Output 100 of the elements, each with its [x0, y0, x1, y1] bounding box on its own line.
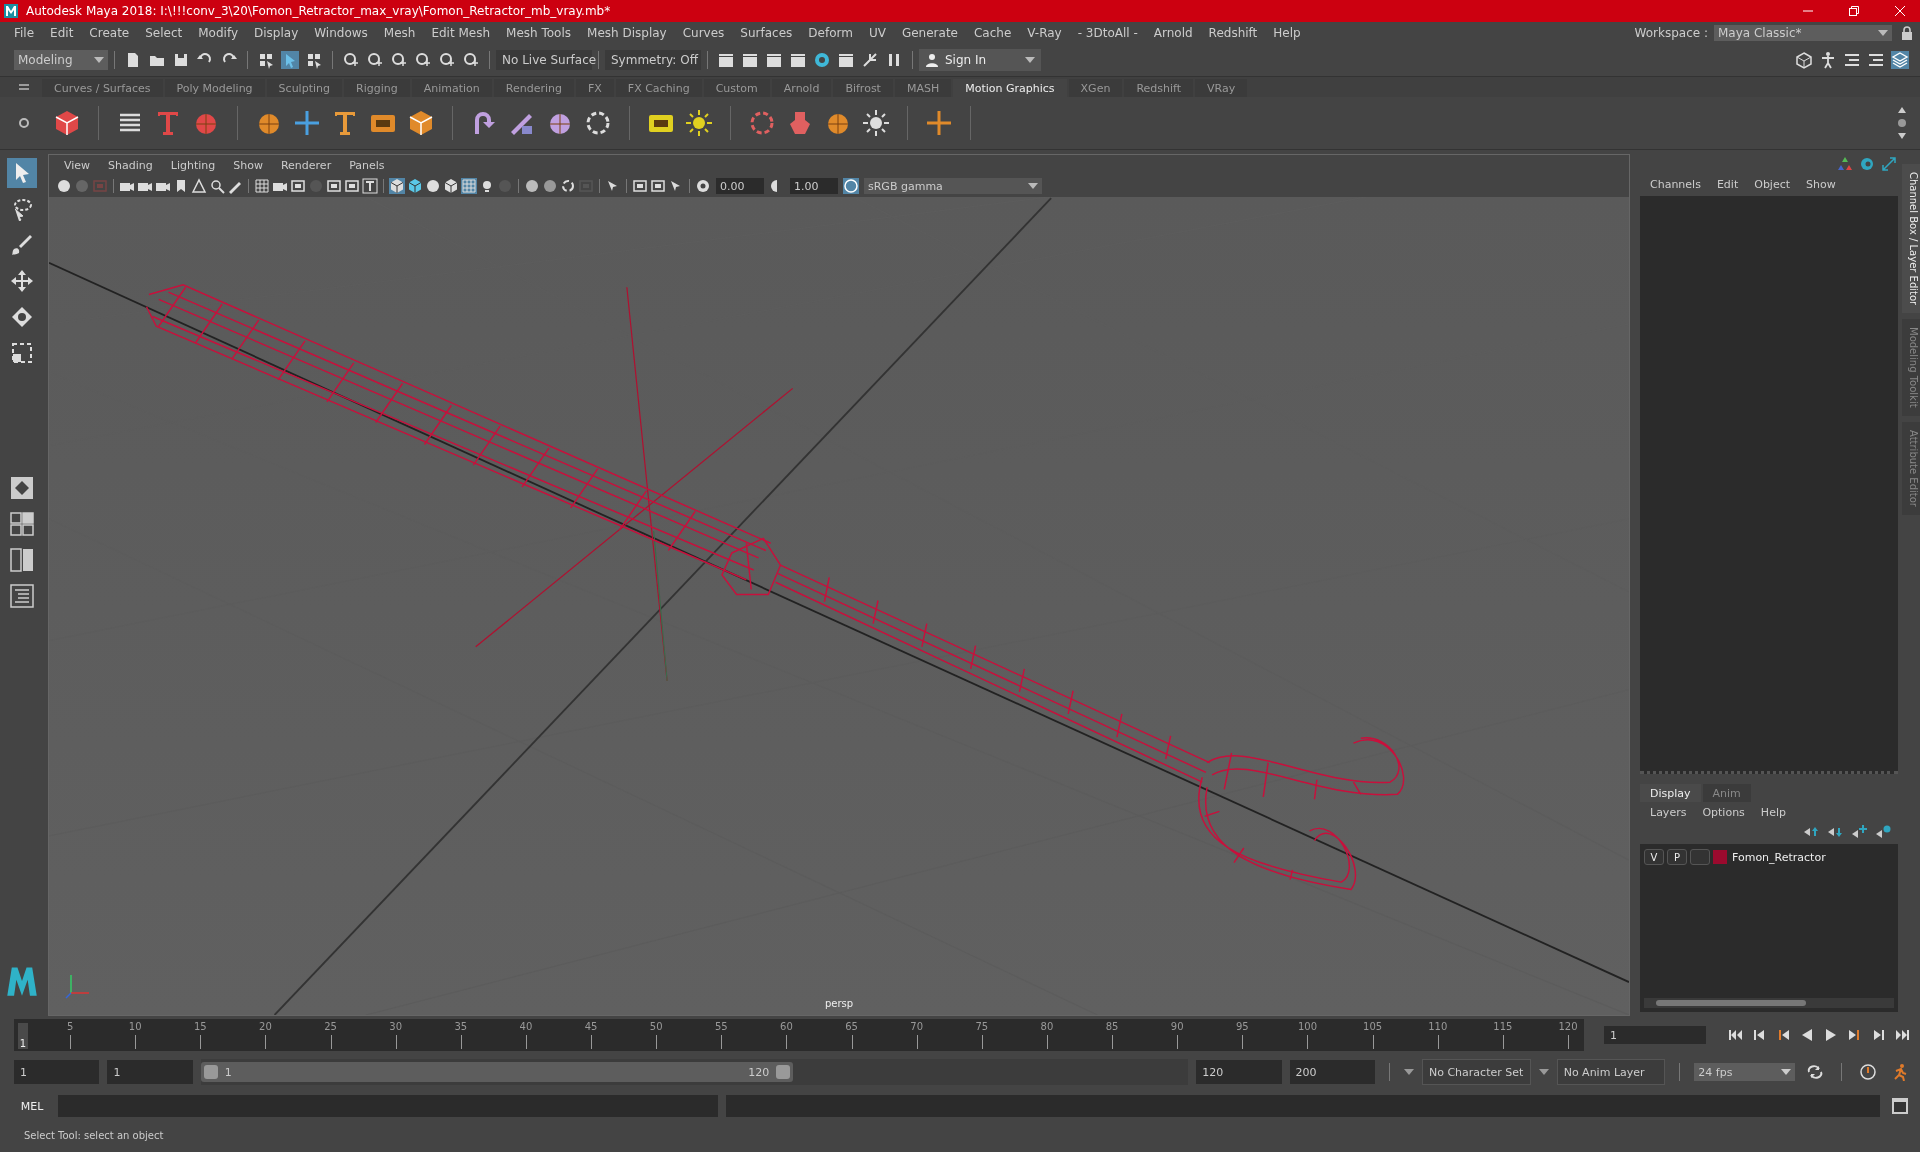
- snap-grid-icon[interactable]: [342, 51, 360, 69]
- menu-item[interactable]: Display: [246, 26, 307, 40]
- modeling-toolkit-icon[interactable]: [1795, 51, 1813, 69]
- burst-icon[interactable]: [861, 108, 891, 138]
- menu-item[interactable]: Create: [81, 26, 138, 40]
- menu-item[interactable]: Help: [1265, 26, 1309, 40]
- layer-menu-item[interactable]: Layers: [1642, 805, 1695, 819]
- auto-key-icon[interactable]: [1859, 1063, 1877, 1081]
- viewport-menu-item[interactable]: Shading: [99, 158, 162, 172]
- menu-item[interactable]: Deform: [800, 26, 861, 40]
- resolution-gate-icon[interactable]: [290, 178, 306, 194]
- command-input-field[interactable]: [58, 1095, 718, 1117]
- viewport-menu-item[interactable]: View: [55, 158, 100, 172]
- range-slider[interactable]: 1 120: [200, 1059, 1189, 1085]
- snap-live-icon[interactable]: [462, 51, 480, 69]
- menu-item[interactable]: Mesh: [375, 26, 424, 40]
- playback-toggle[interactable]: P: [1667, 849, 1687, 865]
- shelf-tab[interactable]: Poly Modeling: [164, 79, 265, 97]
- axes-icon[interactable]: [1837, 156, 1853, 172]
- save-icon[interactable]: [172, 51, 190, 69]
- step-back-icon[interactable]: [1751, 1027, 1767, 1043]
- viewport-menu-item[interactable]: Renderer: [271, 158, 341, 172]
- side-tab[interactable]: Attribute Editor: [1902, 421, 1920, 515]
- channel-box-menu-item[interactable]: Object: [1746, 177, 1799, 191]
- menu-item[interactable]: Windows: [306, 26, 376, 40]
- shelf-tab[interactable]: Arnold: [771, 79, 832, 97]
- safe-action-icon[interactable]: [344, 178, 360, 194]
- shelf-menu-icon[interactable]: [18, 81, 30, 93]
- channel-box-menu-item[interactable]: Show: [1798, 177, 1844, 191]
- smooth-shade-icon[interactable]: [407, 178, 423, 194]
- layer-editor-tab[interactable]: Display: [1640, 784, 1701, 802]
- snap-curve-icon[interactable]: [366, 51, 384, 69]
- wireframe-icon[interactable]: [389, 178, 405, 194]
- step-forward-icon[interactable]: [1871, 1027, 1887, 1043]
- select-component-icon[interactable]: [305, 51, 323, 69]
- start-frame-field[interactable]: 1: [14, 1060, 100, 1084]
- shelf-tab[interactable]: XGen: [1068, 79, 1123, 97]
- fps-dropdown[interactable]: 24 fps: [1694, 1063, 1796, 1081]
- render-view-icon[interactable]: [717, 51, 735, 69]
- tool-button[interactable]: [7, 158, 37, 188]
- menu-item[interactable]: Surfaces: [732, 26, 801, 40]
- new-layer-icon[interactable]: [1851, 824, 1867, 840]
- shelf-tab[interactable]: Sculpting: [266, 79, 342, 97]
- outliner-layout-icon[interactable]: [10, 584, 34, 608]
- four-view-layout-icon[interactable]: [10, 512, 34, 536]
- shelf-tab[interactable]: Rendering: [493, 79, 574, 97]
- menu-item[interactable]: Mesh Tools: [498, 26, 580, 40]
- menu-item[interactable]: Arnold: [1145, 26, 1201, 40]
- menu-item[interactable]: V-Ray: [1019, 26, 1070, 40]
- range-end-handle[interactable]: [776, 1065, 791, 1079]
- menu-item[interactable]: Mesh Display: [579, 26, 675, 40]
- mel-label[interactable]: MEL: [14, 1099, 50, 1113]
- aperture-icon[interactable]: [695, 178, 711, 194]
- exposure-field[interactable]: 0.00: [716, 178, 764, 194]
- reference-toggle[interactable]: [1690, 849, 1710, 865]
- snap-surface-icon[interactable]: [438, 51, 456, 69]
- side-tab[interactable]: Channel Box / Layer Editor: [1902, 164, 1920, 314]
- expand-icon[interactable]: [1881, 156, 1897, 172]
- ipr-render-icon[interactable]: [765, 51, 783, 69]
- menu-set-dropdown[interactable]: Modeling: [14, 50, 108, 70]
- side-tab[interactable]: Modeling Toolkit: [1902, 319, 1920, 416]
- field-chart-icon[interactable]: [326, 178, 342, 194]
- side-by-side-layout-icon[interactable]: [10, 548, 34, 572]
- channel-box-menu-item[interactable]: Edit: [1708, 177, 1747, 191]
- menu-item[interactable]: UV: [860, 26, 894, 40]
- shelf-tab[interactable]: FX Caching: [615, 79, 702, 97]
- shelf-tab[interactable]: Motion Graphics: [953, 79, 1067, 97]
- menu-item[interactable]: Redshift: [1200, 26, 1266, 40]
- time-slider[interactable]: 1 5 10 15 20 25 30 35 40 45 50 55 60 65 70 75 80 85 90 95 100 105 110 115 120: [14, 1019, 1584, 1051]
- script-editor-icon[interactable]: [1891, 1097, 1909, 1115]
- character-set-field[interactable]: No Character Set: [1422, 1059, 1531, 1085]
- sign-in-dropdown[interactable]: Sign In: [919, 49, 1041, 71]
- go-to-start-icon[interactable]: [1727, 1027, 1743, 1043]
- viewport-menu-item[interactable]: Show: [224, 158, 272, 172]
- menu-item[interactable]: Select: [137, 26, 191, 40]
- playback-end-field[interactable]: 120: [1196, 1060, 1282, 1084]
- menu-item[interactable]: Generate: [893, 26, 966, 40]
- hypershade-icon[interactable]: [813, 51, 831, 69]
- layer-color-swatch[interactable]: [1713, 850, 1727, 864]
- shelf-tab[interactable]: FX: [575, 79, 614, 97]
- symmetry-field[interactable]: Symmetry: Off: [605, 50, 701, 70]
- single-view-layout-icon[interactable]: [10, 476, 34, 500]
- safe-title-icon[interactable]: [362, 178, 378, 194]
- go-to-end-icon[interactable]: [1895, 1027, 1911, 1043]
- shelf-tab[interactable]: MASH: [894, 79, 952, 97]
- horizontal-scrollbar[interactable]: [1644, 998, 1894, 1008]
- grid-icon[interactable]: [254, 178, 270, 194]
- menu-item[interactable]: File: [6, 26, 43, 40]
- shelf-settings-icon[interactable]: [18, 117, 30, 129]
- current-frame-field[interactable]: 1: [1604, 1026, 1706, 1044]
- current-frame-marker[interactable]: 1: [18, 1023, 28, 1049]
- shelf-tab[interactable]: Redshift: [1124, 79, 1194, 97]
- caret-icon[interactable]: [1404, 1069, 1414, 1075]
- character-icon[interactable]: [1819, 51, 1837, 69]
- shelf-scroll-icon[interactable]: [1896, 105, 1908, 141]
- sun-icon[interactable]: [684, 108, 714, 138]
- shelf-tab[interactable]: Animation: [411, 79, 492, 97]
- menu-item[interactable]: - 3DtoAll -: [1069, 26, 1146, 40]
- shelf-tab[interactable]: Curves / Surfaces: [42, 79, 163, 97]
- viewport-menu-item[interactable]: Panels: [340, 158, 394, 172]
